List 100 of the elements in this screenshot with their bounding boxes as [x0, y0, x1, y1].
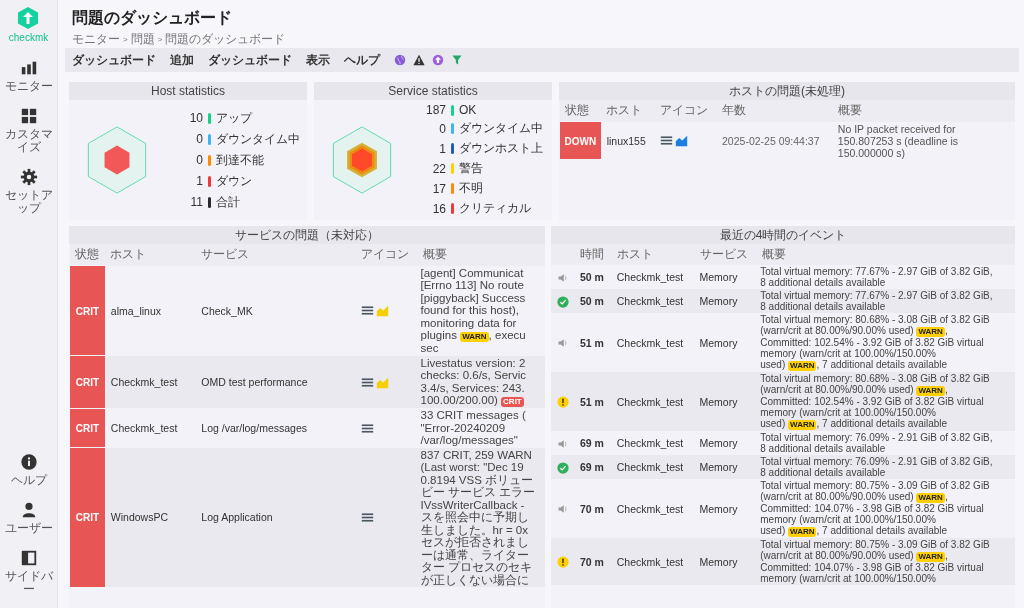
sidebar-item[interactable]: ヘルプ: [0, 453, 58, 487]
state-badge: WARN: [788, 361, 817, 371]
service-link[interactable]: Check_MK: [201, 304, 253, 317]
count-link[interactable]: 16: [422, 201, 446, 216]
sidebar-item[interactable]: モニター: [0, 59, 58, 93]
panel-title: 最近の4時間のイベント: [551, 226, 1015, 244]
summary-line: (warn/crit at 80.00%/90.00% used) WARN ,: [760, 550, 949, 562]
globe-icon[interactable]: [394, 54, 406, 66]
host-link[interactable]: Checkmk_test: [616, 271, 684, 283]
service-link[interactable]: Memory: [699, 437, 738, 449]
menu-icon[interactable]: [361, 511, 375, 525]
upload-icon[interactable]: [432, 54, 444, 66]
count-link[interactable]: 1: [179, 174, 203, 188]
status-label[interactable]: 合計: [216, 193, 240, 211]
column-header: 概要: [417, 244, 545, 266]
warning-icon[interactable]: [413, 54, 425, 66]
host-link[interactable]: Checkmk_test: [110, 375, 178, 388]
menu-item[interactable]: 表示: [306, 51, 337, 69]
host-link[interactable]: Checkmk_test: [616, 437, 684, 449]
status-label[interactable]: ダウンタイム中: [216, 130, 300, 148]
status-label[interactable]: クリティカル: [459, 200, 531, 217]
sidebar-item[interactable]: サイドバー: [0, 549, 58, 596]
count-link[interactable]: 0: [179, 132, 203, 146]
state-badge: CRIT: [501, 397, 524, 407]
panel-title: Service statistics: [314, 82, 552, 100]
summary-line: スを照会中に予期し: [420, 511, 530, 524]
host-link[interactable]: Checkmk_test: [616, 336, 684, 349]
summary-line: memory (warn/crit at 100.00%/150.00%: [760, 573, 937, 584]
menu-item[interactable]: ヘルプ: [344, 51, 387, 69]
summary-line: "Error-20240209: [420, 421, 507, 434]
bar-chart-icon: [19, 59, 38, 77]
host-link[interactable]: Checkmk_test: [616, 395, 684, 408]
host-link[interactable]: Checkmk_test: [110, 421, 178, 434]
count-link[interactable]: 22: [422, 161, 446, 176]
summary-line: [piggyback] Success: [420, 291, 527, 304]
service-link[interactable]: OMD test performance: [201, 375, 308, 388]
panel-title: サービスの問題（未対応）: [69, 226, 545, 244]
status-label[interactable]: ダウンタイム中: [459, 120, 543, 137]
summary-line: Total virtual memory: 80.75% - 3.09 GiB of 3.82 GiB: [760, 539, 991, 550]
menu-icon[interactable]: [361, 421, 375, 435]
breadcrumb-link[interactable]: 問題: [130, 32, 155, 47]
menu-item[interactable]: 追加: [170, 51, 201, 69]
host-link[interactable]: WindowsPC: [110, 511, 169, 524]
time-cell: 70 m: [575, 479, 612, 538]
summary-line: 3.4/s, Services: 243.: [420, 381, 526, 394]
count-link[interactable]: 17: [422, 181, 446, 196]
menu-item[interactable]: ダッシュボード: [208, 51, 299, 69]
time-cell: 70 m: [575, 538, 612, 585]
summary-line: Total virtual memory: 80.75% - 3.09 GiB of 3.82 GiB: [760, 480, 991, 491]
status-label[interactable]: 不明: [459, 180, 483, 197]
summary-line: IVssWriterCallback -: [420, 498, 526, 511]
sidebar-item[interactable]: セットアップ: [0, 168, 58, 215]
sidebar-item[interactable]: ユーザー: [0, 501, 58, 535]
service-link[interactable]: Memory: [699, 502, 738, 515]
count-link[interactable]: 187: [422, 103, 446, 117]
menu-icon[interactable]: [659, 134, 673, 148]
logo-icon: [16, 6, 41, 30]
column-header: サービス: [694, 244, 758, 265]
summary-line: used) WARN , 7 additional details available: [760, 418, 949, 430]
sidebar-item[interactable]: カスタマイズ: [0, 107, 58, 154]
host-link[interactable]: Checkmk_test: [616, 502, 684, 515]
state-cell: CRIT: [69, 408, 106, 448]
state-badge: WARN: [788, 527, 817, 537]
column-header: アイコン: [356, 244, 418, 266]
breadcrumb-link[interactable]: 問題のダッシュボード: [165, 32, 286, 47]
state-cell: CRIT: [69, 265, 106, 356]
breadcrumb-link[interactable]: モニター: [72, 32, 120, 47]
summary-line: found for this host),: [420, 304, 520, 317]
menu-icon[interactable]: [361, 304, 375, 318]
status-label[interactable]: ダウンホスト上: [459, 140, 543, 157]
summary-line: 8 additional details available: [760, 467, 887, 478]
summary-line: used) WARN , 7 additional details available: [760, 525, 949, 537]
host-link[interactable]: alma_linux: [110, 304, 162, 317]
service-link[interactable]: Memory: [699, 395, 738, 408]
status-label[interactable]: 到達不能: [216, 151, 264, 169]
count-link[interactable]: 11: [179, 195, 203, 209]
status-label[interactable]: ダウン: [216, 172, 252, 190]
menu-item[interactable]: ダッシュボード: [72, 51, 163, 69]
graph-icon[interactable]: [674, 134, 688, 148]
summary-line: Total virtual memory: 77.67% - 2.97 GiB of 3.82 GiB,: [760, 266, 994, 277]
status-label[interactable]: 警告: [459, 160, 483, 177]
summary-line: memory (warn/crit at 100.00%/150.00%: [760, 514, 936, 525]
service-link[interactable]: Memory: [699, 336, 738, 349]
service-link[interactable]: Log Application: [201, 511, 273, 524]
menu-icon[interactable]: [361, 375, 375, 389]
status-label[interactable]: OK: [459, 103, 477, 117]
count-link[interactable]: 0: [422, 121, 446, 136]
count-link[interactable]: 10: [179, 111, 203, 125]
state-cell: CRIT: [69, 355, 106, 408]
host-link[interactable]: linux155: [606, 134, 646, 147]
count-link[interactable]: 0: [179, 153, 203, 167]
summary-line: memory (warn/crit at 100.00%/150.00%: [760, 348, 936, 359]
status-label[interactable]: アップ: [216, 109, 252, 127]
service-link[interactable]: Memory: [699, 555, 738, 568]
count-link[interactable]: 1: [422, 141, 446, 156]
state-badge: WARN: [788, 420, 817, 430]
service-link[interactable]: Log /var/log/messages: [201, 421, 307, 434]
state-cell: DOWN: [559, 121, 602, 160]
service-link[interactable]: Memory: [699, 271, 738, 283]
summary-line: Committed: 102.54% - 3.92 GiB of 3.82 GiB virtual: [760, 396, 985, 407]
